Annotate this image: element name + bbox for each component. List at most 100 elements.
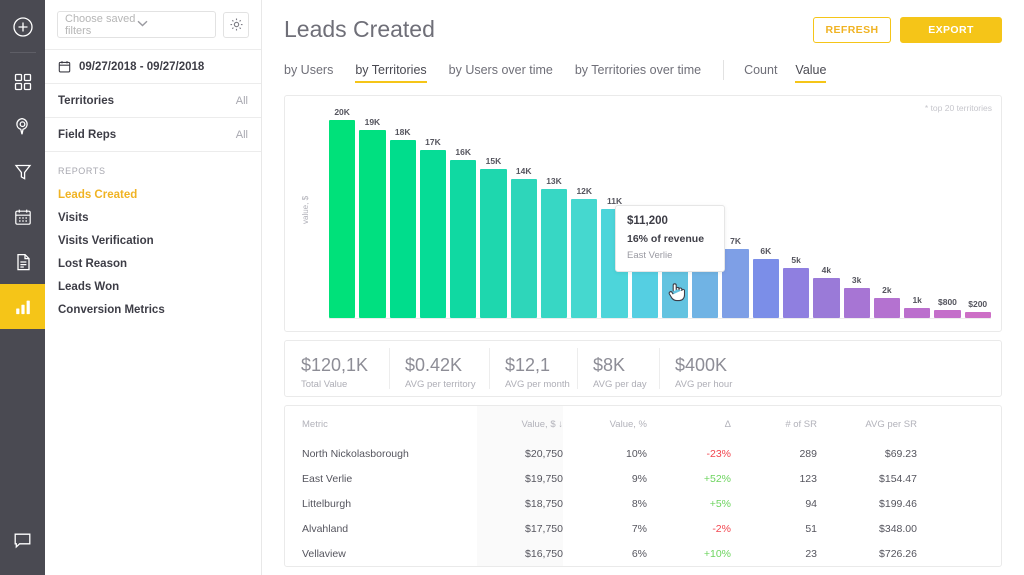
column-header-sr-count[interactable]: # of SR bbox=[731, 406, 817, 441]
chart-bar-rect[interactable] bbox=[571, 199, 597, 318]
kpi-value-3: $8K bbox=[593, 356, 659, 375]
cell-metric: Littelburgh bbox=[285, 491, 477, 516]
sidebar-item-leads-created[interactable]: Leads Created bbox=[45, 183, 261, 206]
table-row[interactable]: Alvahland$17,7507%-2%51$348.00 bbox=[285, 516, 1001, 541]
tab-by-users-over-time[interactable]: by Users over time bbox=[449, 63, 553, 83]
chart-bar[interactable]: 17K bbox=[420, 106, 446, 318]
chart-bar-rect[interactable] bbox=[329, 120, 355, 318]
sidebar-item-conversion-metrics[interactable]: Conversion Metrics bbox=[45, 298, 261, 321]
tooltip-value: $11,200 bbox=[627, 215, 713, 227]
table-row[interactable]: East Verlie$19,7509%+52%123$154.47 bbox=[285, 466, 1001, 491]
add-icon[interactable] bbox=[0, 4, 45, 49]
page-header: Leads Created REFRESH EXPORT bbox=[284, 0, 1002, 43]
cell-metric: North Nickolasborough bbox=[285, 441, 477, 466]
column-header-delta[interactable]: Δ bbox=[647, 406, 731, 441]
chart-bar[interactable]: $800 bbox=[934, 106, 960, 318]
chart-bar-rect[interactable] bbox=[450, 160, 476, 318]
chat-icon[interactable] bbox=[0, 518, 45, 563]
chart-bar[interactable]: 13K bbox=[541, 106, 567, 318]
cell-avg-per-sr: $726.26 bbox=[817, 541, 917, 566]
tab-by-territories[interactable]: by Territories bbox=[355, 63, 426, 83]
tab-count[interactable]: Count bbox=[744, 63, 777, 83]
chart-bar[interactable]: 16K bbox=[450, 106, 476, 318]
chart-bar[interactable]: 1k bbox=[904, 106, 930, 318]
saved-filters-select[interactable]: Choose saved filters bbox=[57, 11, 216, 38]
cell-sr-count: 51 bbox=[731, 516, 817, 541]
chart-bar-rect[interactable] bbox=[753, 259, 779, 318]
chart-bar-rect[interactable] bbox=[934, 310, 960, 318]
sidebar-item-lost-reason[interactable]: Lost Reason bbox=[45, 252, 261, 275]
chart-bar-rect[interactable] bbox=[813, 278, 839, 318]
chart-bar[interactable]: 12K bbox=[571, 106, 597, 318]
column-header-value[interactable]: Value, $ ↓ bbox=[477, 406, 563, 441]
chart-bar-label: 4k bbox=[822, 265, 831, 275]
chart-bar[interactable]: 5k bbox=[783, 106, 809, 318]
cell-sr-count: 289 bbox=[731, 441, 817, 466]
document-icon[interactable] bbox=[0, 239, 45, 284]
chart-tooltip: $11,200 16% of revenue East Verlie bbox=[615, 205, 725, 272]
chart-bar-rect[interactable] bbox=[722, 249, 748, 318]
chart-bar-label: 20K bbox=[334, 107, 350, 117]
location-icon[interactable] bbox=[0, 104, 45, 149]
cell-percent: 8% bbox=[563, 491, 647, 516]
tab-by-users[interactable]: by Users bbox=[284, 63, 333, 83]
tab-by-territories-over-time[interactable]: by Territories over time bbox=[575, 63, 701, 83]
cell-avg-per-sr: $69.23 bbox=[817, 441, 917, 466]
chart-bar[interactable]: 6K bbox=[753, 106, 779, 318]
calendar-icon[interactable] bbox=[0, 194, 45, 239]
filter-panel: Choose saved filters bbox=[45, 0, 262, 575]
column-header-avg-per-sr[interactable]: AVG per SR bbox=[817, 406, 917, 441]
gear-icon[interactable] bbox=[223, 12, 249, 38]
rail-divider bbox=[10, 52, 36, 53]
column-header-metric[interactable]: Metric bbox=[285, 406, 477, 441]
chart-bar-rect[interactable] bbox=[511, 179, 537, 318]
chart-bar-label: $800 bbox=[938, 297, 957, 307]
cell-metric: East Verlie bbox=[285, 466, 477, 491]
cell-avg-per-sr: $199.46 bbox=[817, 491, 917, 516]
cell-delta: -23% bbox=[647, 441, 731, 466]
chart-bar-rect[interactable] bbox=[390, 140, 416, 318]
filter-icon[interactable] bbox=[0, 149, 45, 194]
table-row[interactable]: North Nickolasborough$20,75010%-23%289$6… bbox=[285, 441, 1001, 466]
chart-bar[interactable]: $200 bbox=[965, 106, 991, 318]
chart-bar[interactable]: 4k bbox=[813, 106, 839, 318]
chart-bar[interactable]: 20K bbox=[329, 106, 355, 318]
chart-bar[interactable]: 2k bbox=[874, 106, 900, 318]
chart-bar-rect[interactable] bbox=[844, 288, 870, 318]
column-header-percent[interactable]: Value, % bbox=[563, 406, 647, 441]
chart-y-axis-label: value, $ bbox=[301, 196, 310, 224]
sidebar-item-leads-won[interactable]: Leads Won bbox=[45, 275, 261, 298]
filter-row-field-reps[interactable]: Field Reps All bbox=[45, 118, 261, 152]
chart-bar-rect[interactable] bbox=[541, 189, 567, 318]
chart-bar-label: 14K bbox=[516, 166, 532, 176]
tab-value[interactable]: Value bbox=[795, 63, 826, 83]
cell-spacer bbox=[917, 466, 1001, 491]
chart-bar[interactable]: 7K bbox=[722, 106, 748, 318]
chart-bar[interactable]: 14K bbox=[511, 106, 537, 318]
chart-bar-rect[interactable] bbox=[783, 268, 809, 318]
cell-avg-per-sr: $348.00 bbox=[817, 516, 917, 541]
refresh-button[interactable]: REFRESH bbox=[813, 17, 891, 43]
chart-bar-rect[interactable] bbox=[359, 130, 385, 318]
sidebar-item-visits[interactable]: Visits bbox=[45, 206, 261, 229]
chart-bar[interactable]: 3k bbox=[844, 106, 870, 318]
filter-row-territories[interactable]: Territories All bbox=[45, 84, 261, 118]
table-row[interactable]: Vellaview$16,7506%+10%23$726.26 bbox=[285, 541, 1001, 566]
chart-bar[interactable]: 18K bbox=[390, 106, 416, 318]
table-body: North Nickolasborough$20,75010%-23%289$6… bbox=[285, 441, 1001, 566]
date-range-row[interactable]: 09/27/2018 - 09/27/2018 bbox=[45, 50, 261, 84]
cell-sr-count: 123 bbox=[731, 466, 817, 491]
chart-bar-label: 5k bbox=[791, 255, 800, 265]
sidebar-item-visits-verification[interactable]: Visits Verification bbox=[45, 229, 261, 252]
dashboard-icon[interactable] bbox=[0, 59, 45, 104]
chart-bar[interactable]: 19K bbox=[359, 106, 385, 318]
chart-bar-rect[interactable] bbox=[480, 169, 506, 318]
chart-bar[interactable]: 15K bbox=[480, 106, 506, 318]
kpi-avg-per-day: $8K AVG per day bbox=[577, 341, 659, 396]
reports-icon[interactable] bbox=[0, 284, 45, 329]
chart-bar-rect[interactable] bbox=[874, 298, 900, 318]
table-row[interactable]: Littelburgh$18,7508%+5%94$199.46 bbox=[285, 491, 1001, 516]
export-button[interactable]: EXPORT bbox=[900, 17, 1002, 43]
chart-bar-rect[interactable] bbox=[420, 150, 446, 318]
chart-bar-rect[interactable] bbox=[904, 308, 930, 318]
